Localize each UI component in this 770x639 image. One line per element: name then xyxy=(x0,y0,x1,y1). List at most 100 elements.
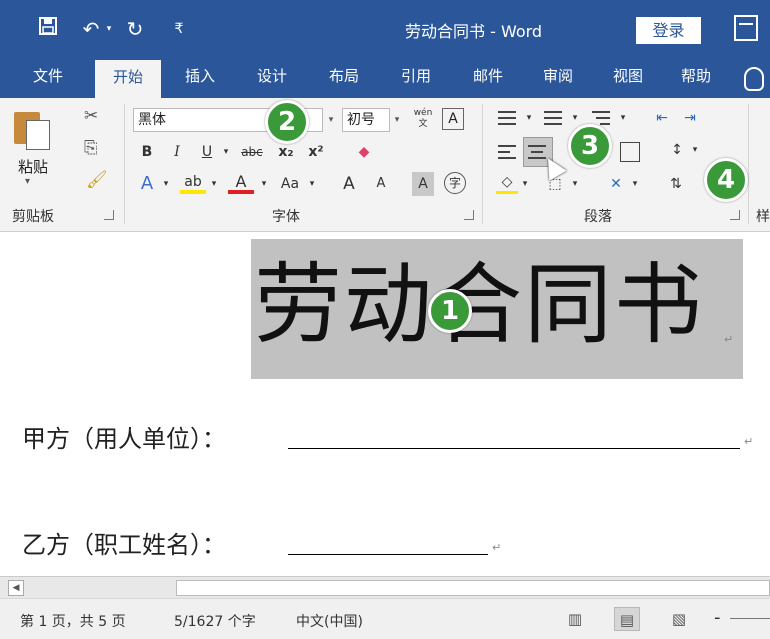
tab-home[interactable]: 开始 xyxy=(95,60,161,100)
paste-icon[interactable] xyxy=(14,106,52,152)
horizontal-scrollbar[interactable]: ◀ xyxy=(0,576,770,598)
clear-formatting-icon[interactable]: ◆ xyxy=(352,140,376,164)
decrease-indent-icon[interactable]: ⇤ xyxy=(650,106,674,130)
icon-line xyxy=(531,151,543,153)
page-count[interactable]: 第 1 页，共 5 页 xyxy=(20,611,126,631)
distributed-icon[interactable] xyxy=(620,142,640,162)
language-indicator[interactable]: 中文(中国) xyxy=(296,611,363,631)
font-name-dropdown-icon[interactable]: ▾ xyxy=(323,108,339,132)
tab-file[interactable]: 文件 xyxy=(18,58,78,98)
text-effects-button[interactable]: A xyxy=(136,172,158,196)
phonetic-guide-icon[interactable]: wén 文 xyxy=(412,108,434,132)
font-launcher-icon[interactable] xyxy=(464,210,474,220)
bold-button[interactable]: B xyxy=(136,140,158,164)
callout-badge-2: 2 xyxy=(265,100,309,144)
icon-line xyxy=(498,145,516,147)
tab-review[interactable]: 审阅 xyxy=(526,58,590,98)
customize-qat-icon[interactable]: ₹ xyxy=(168,14,190,44)
font-size-field[interactable]: 初号 xyxy=(342,108,390,132)
login-button[interactable]: 登录 xyxy=(636,17,701,44)
tab-design[interactable]: 设计 xyxy=(240,58,304,98)
underline-button[interactable]: U xyxy=(196,140,218,164)
font-color-dropdown-icon[interactable]: ▾ xyxy=(258,172,270,196)
tab-help[interactable]: 帮助 xyxy=(664,58,728,98)
paragraph-mark: ↵ xyxy=(492,541,502,554)
highlight-dropdown-icon[interactable]: ▾ xyxy=(208,172,220,196)
underline-dropdown-icon[interactable]: ▾ xyxy=(220,140,232,164)
tab-insert[interactable]: 插入 xyxy=(168,58,232,98)
scroll-left-icon[interactable]: ◀ xyxy=(8,580,24,596)
icon-line xyxy=(498,151,510,153)
chinese-layout-dropdown-icon[interactable]: ▾ xyxy=(630,172,640,196)
character-border-icon[interactable]: A xyxy=(442,108,464,130)
chinese-layout-icon[interactable]: ✕ xyxy=(604,172,628,196)
superscript-button[interactable]: x² xyxy=(304,140,328,164)
shrink-font-button[interactable]: A xyxy=(370,172,392,196)
tab-view[interactable]: 视图 xyxy=(596,58,660,98)
paragraph-group-label: 段落 xyxy=(584,209,612,225)
enclose-characters-button[interactable]: 字 xyxy=(444,172,466,194)
sort-icon[interactable]: ⇅ xyxy=(664,172,688,196)
align-left-icon[interactable] xyxy=(498,142,518,162)
party-b-label[interactable]: 乙方（职工姓名）： xyxy=(22,525,226,560)
font-color-button[interactable]: A xyxy=(228,172,254,194)
highlight-button[interactable]: ab xyxy=(180,172,206,194)
increase-indent-icon[interactable]: ⇥ xyxy=(678,106,702,130)
line-spacing-dropdown-icon[interactable]: ▾ xyxy=(690,138,700,162)
party-a-label[interactable]: 甲方（用人单位）： xyxy=(22,419,226,454)
zoom-out-icon[interactable]: - xyxy=(714,607,721,628)
format-painter-icon[interactable]: 🖌 xyxy=(86,170,108,190)
styles-group-label: 样 xyxy=(756,209,770,225)
line-spacing-icon[interactable]: ↕ xyxy=(664,138,690,162)
paragraph-mark: ↵ xyxy=(744,435,754,448)
font-size-dropdown-icon[interactable]: ▾ xyxy=(389,108,405,132)
tab-mailings[interactable]: 邮件 xyxy=(456,58,520,98)
ribbon-display-options-icon[interactable] xyxy=(734,15,758,41)
multilevel-dropdown-icon[interactable]: ▾ xyxy=(618,106,628,130)
undo-dropdown-icon[interactable]: ▾ xyxy=(104,14,114,44)
document-heading[interactable]: 劳动合同书 xyxy=(254,255,704,355)
shading-dropdown-icon[interactable]: ▾ xyxy=(520,172,530,196)
copy-icon[interactable]: ⎘ xyxy=(84,138,98,158)
paragraph-mark: ↵ xyxy=(724,333,734,346)
change-case-button[interactable]: Aa xyxy=(276,172,304,196)
redo-icon[interactable]: ↻ xyxy=(122,14,148,44)
tab-references[interactable]: 引用 xyxy=(384,58,448,98)
cut-icon[interactable]: ✂ xyxy=(84,106,98,126)
clipboard-launcher-icon[interactable] xyxy=(104,210,114,220)
bullets-icon[interactable] xyxy=(498,108,518,128)
strikethrough-button[interactable]: abc xyxy=(236,140,268,164)
icon-line xyxy=(544,117,562,119)
paste-button-label[interactable]: 粘贴 xyxy=(18,156,48,177)
tab-layout[interactable]: 布局 xyxy=(312,58,376,98)
borders-dropdown-icon[interactable]: ▾ xyxy=(570,172,580,196)
document-page[interactable]: 劳动合同书 ↵ 甲方（用人单位）： ↵ 乙方（职工姓名）： ↵ xyxy=(0,233,770,576)
save-icon[interactable] xyxy=(34,14,62,44)
zoom-slider[interactable] xyxy=(730,618,770,619)
grow-font-button[interactable]: A xyxy=(338,172,360,196)
group-separator xyxy=(748,104,749,224)
undo-icon[interactable]: ↶ xyxy=(76,14,106,44)
web-layout-icon[interactable]: ▧ xyxy=(666,607,692,631)
numbering-icon[interactable] xyxy=(544,108,564,128)
font-group-label: 字体 xyxy=(272,209,300,225)
ribbon-tabs: 文件 开始 插入 设计 布局 引用 邮件 审阅 视图 帮助 xyxy=(0,58,770,100)
change-case-dropdown-icon[interactable]: ▾ xyxy=(306,172,318,196)
print-layout-icon[interactable]: ▤ xyxy=(614,607,640,631)
tell-me-lightbulb-icon[interactable] xyxy=(744,67,764,91)
callout-badge-1: 1 xyxy=(428,289,472,333)
bullets-dropdown-icon[interactable]: ▾ xyxy=(524,106,534,130)
paragraph-launcher-icon[interactable] xyxy=(730,210,740,220)
document-title: 劳动合同书 - Word xyxy=(405,22,543,41)
shading-icon[interactable]: ◇ xyxy=(496,172,518,194)
icon-line xyxy=(592,111,610,113)
paste-dropdown-icon[interactable]: ▾ xyxy=(25,176,30,187)
read-mode-icon[interactable]: ▥ xyxy=(562,607,588,631)
clipboard-paper xyxy=(26,120,50,150)
italic-button[interactable]: I xyxy=(166,140,188,164)
word-count[interactable]: 5/1627 个字 xyxy=(174,611,256,631)
character-shading-button[interactable]: A xyxy=(412,172,434,196)
scroll-thumb[interactable] xyxy=(176,580,770,596)
group-separator xyxy=(482,104,483,224)
text-effects-dropdown-icon[interactable]: ▾ xyxy=(160,172,172,196)
